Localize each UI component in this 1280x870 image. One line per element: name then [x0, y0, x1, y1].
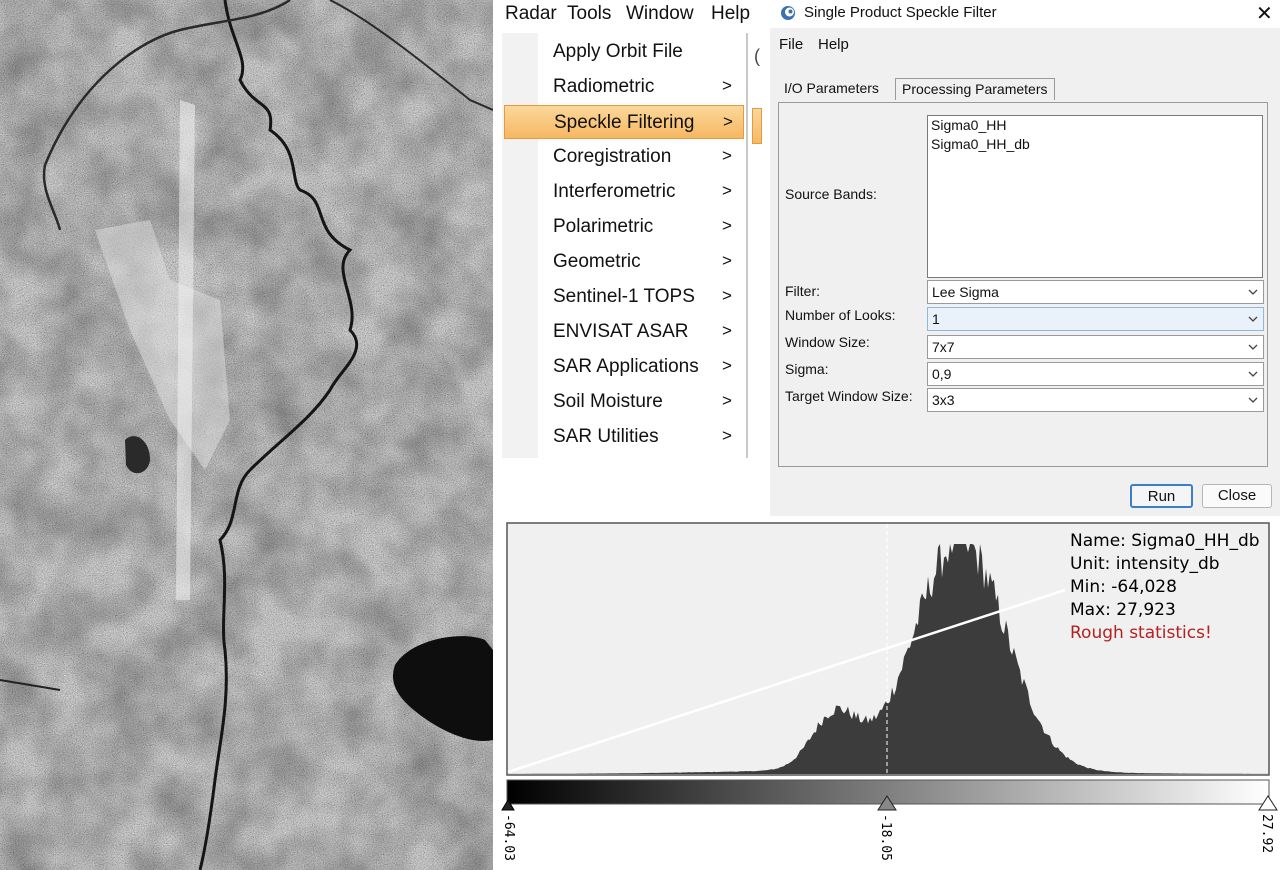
menu-item-speckle-filtering[interactable]: Speckle Filtering >	[504, 105, 744, 139]
dialog-title: Single Product Speckle Filter	[804, 4, 997, 21]
window-size-value: 7x7	[932, 339, 955, 355]
slider-mid-label: -18.05	[878, 814, 893, 861]
target-window-size-label: Target Window Size:	[785, 388, 913, 404]
chevron-down-icon	[1248, 289, 1258, 295]
menu-help[interactable]: Help	[711, 3, 750, 25]
band-max-text: Max: 27,923	[1070, 600, 1176, 620]
menu-item-label: Coregistration	[553, 146, 672, 167]
submenu-edge[interactable]	[752, 108, 762, 144]
close-button[interactable]: Close	[1202, 484, 1272, 508]
menu-window[interactable]: Window	[626, 3, 694, 25]
number-of-looks-value: 1	[932, 311, 940, 327]
number-of-looks-label: Number of Looks:	[785, 307, 896, 323]
menu-item-envisat-asar[interactable]: ENVISAT ASAR >	[504, 315, 744, 349]
tab-processing-parameters[interactable]: Processing Parameters	[895, 78, 1055, 100]
slider-max-label: 27.92	[1259, 814, 1274, 853]
chevron-down-icon	[1248, 397, 1258, 403]
menu-tools[interactable]: Tools	[567, 3, 611, 25]
menu-item-label: Soil Moisture	[553, 391, 663, 412]
filter-select[interactable]: Lee Sigma	[927, 280, 1264, 304]
histogram-view: Name: Sigma0_HH_db Unit: intensity_db Mi…	[501, 522, 1278, 861]
run-button[interactable]: Run	[1130, 484, 1193, 508]
radar-dropdown-menu: Apply Orbit File Radiometric > Speckle F…	[500, 33, 762, 458]
menu-item-apply-orbit-file[interactable]: Apply Orbit File	[504, 35, 744, 69]
menu-item-coregistration[interactable]: Coregistration >	[504, 140, 744, 174]
target-window-size-select[interactable]: 3x3	[927, 388, 1264, 412]
chevron-right-icon: >	[723, 112, 733, 131]
dialog-menu-help[interactable]: Help	[818, 36, 849, 53]
menu-item-label: Sentinel-1 TOPS	[553, 286, 695, 307]
chevron-down-icon	[1248, 344, 1258, 350]
menu-item-label: Geometric	[553, 251, 641, 272]
menu-item-polarimetric[interactable]: Polarimetric >	[504, 210, 744, 244]
band-name-text: Name: Sigma0_HH_db	[1070, 531, 1260, 551]
menu-border	[746, 33, 748, 458]
chevron-right-icon: >	[722, 76, 732, 95]
dialog-menu-file[interactable]: File	[779, 36, 803, 53]
list-item[interactable]: Sigma0_HH	[928, 116, 1262, 135]
chevron-right-icon: >	[722, 321, 732, 340]
sar-image-view[interactable]	[0, 0, 493, 870]
dialog-menubar: File Help	[770, 30, 1280, 56]
filter-label: Filter:	[785, 283, 820, 299]
menu-item-label: Polarimetric	[553, 216, 654, 237]
chevron-down-icon	[1248, 316, 1258, 322]
window-size-label: Window Size:	[785, 334, 870, 350]
chevron-right-icon: >	[722, 146, 732, 165]
sigma-value: 0,9	[932, 366, 952, 382]
chevron-right-icon: >	[722, 216, 732, 235]
rough-statistics-warning: Rough statistics!	[1070, 623, 1212, 643]
menu-item-interferometric[interactable]: Interferometric >	[504, 175, 744, 209]
band-min-text: Min: -64,028	[1070, 577, 1177, 597]
band-unit-text: Unit: intensity_db	[1070, 554, 1220, 574]
histogram-panel: Name: Sigma0_HH_db Unit: intensity_db Mi…	[500, 518, 1280, 870]
tab-io-parameters[interactable]: I/O Parameters	[778, 78, 885, 100]
chevron-right-icon: >	[722, 391, 732, 410]
menu-item-sar-utilities[interactable]: SAR Utilities >	[504, 420, 744, 454]
chevron-right-icon: >	[722, 181, 732, 200]
dialog-titlebar[interactable]: Single Product Speckle Filter ✕	[770, 0, 1280, 28]
menu-item-soil-moisture[interactable]: Soil Moisture >	[504, 385, 744, 419]
chevron-right-icon: >	[722, 286, 732, 305]
menu-item-label: SAR Applications	[553, 356, 699, 377]
menu-item-sar-applications[interactable]: SAR Applications >	[504, 350, 744, 384]
menu-item-label: Speckle Filtering	[554, 112, 695, 133]
sar-image	[0, 0, 493, 870]
sigma-select[interactable]: 0,9	[927, 362, 1264, 386]
source-bands-list[interactable]: Sigma0_HH Sigma0_HH_db	[927, 115, 1263, 278]
processing-parameters-panel: Source Bands: Sigma0_HH Sigma0_HH_db Fil…	[778, 102, 1268, 467]
speckle-filter-dialog: Single Product Speckle Filter ✕ File Hel…	[770, 0, 1280, 516]
app-icon	[781, 6, 795, 20]
menu-item-radiometric[interactable]: Radiometric >	[504, 70, 744, 104]
menu-item-label: Interferometric	[553, 181, 676, 202]
close-icon[interactable]: ✕	[1256, 1, 1273, 26]
chevron-right-icon: >	[722, 356, 732, 375]
toolbar-icon: (	[754, 46, 760, 66]
chevron-right-icon: >	[722, 251, 732, 270]
sigma-label: Sigma:	[785, 361, 829, 377]
chevron-down-icon	[1248, 371, 1258, 377]
menu-item-sentinel-1-tops[interactable]: Sentinel-1 TOPS >	[504, 280, 744, 314]
chevron-right-icon: >	[722, 426, 732, 445]
menu-item-label: ENVISAT ASAR	[553, 321, 689, 342]
menu-item-label: Radiometric	[553, 76, 655, 97]
menu-item-label: SAR Utilities	[553, 426, 659, 447]
target-window-size-value: 3x3	[932, 392, 955, 408]
menu-item-label: Apply Orbit File	[553, 41, 683, 62]
menu-radar[interactable]: Radar	[505, 3, 557, 25]
number-of-looks-select[interactable]: 1	[927, 307, 1264, 331]
filter-value: Lee Sigma	[932, 284, 999, 300]
slider-min-label: -64.03	[501, 814, 516, 861]
menu-item-geometric[interactable]: Geometric >	[504, 245, 744, 279]
main-menubar: Radar Tools Window Help	[500, 0, 762, 30]
window-size-select[interactable]: 7x7	[927, 335, 1264, 359]
source-bands-label: Source Bands:	[785, 186, 877, 202]
list-item[interactable]: Sigma0_HH_db	[928, 135, 1262, 154]
